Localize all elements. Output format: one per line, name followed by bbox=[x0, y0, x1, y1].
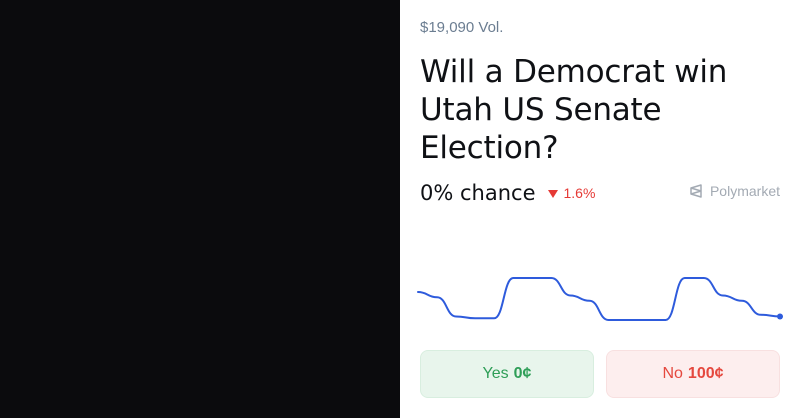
price-chart bbox=[417, 277, 783, 321]
yes-price: 0¢ bbox=[513, 365, 532, 382]
volume-label: $19,090 Vol. bbox=[420, 19, 504, 36]
chance-value: 0% chance bbox=[420, 181, 536, 205]
chance-row: 0% chance 1.6% bbox=[420, 179, 595, 207]
polymarket-icon bbox=[690, 184, 702, 198]
market-card: $19,090 Vol. Will a Democrat win Utah US… bbox=[400, 0, 800, 418]
yes-label: Yes bbox=[482, 365, 509, 382]
change-value: 1.6% bbox=[563, 185, 596, 201]
no-button[interactable]: No 100¢ bbox=[606, 350, 780, 398]
change-indicator: 1.6% bbox=[547, 185, 596, 201]
chart-end-dot bbox=[777, 313, 783, 320]
no-price: 100¢ bbox=[687, 365, 724, 382]
market-question: Will a Democrat win Utah US Senate Elect… bbox=[420, 54, 728, 166]
outcome-buttons: Yes 0¢ No 100¢ bbox=[420, 350, 780, 398]
chart-series-line bbox=[417, 277, 781, 321]
down-arrow-icon bbox=[547, 189, 558, 198]
no-label: No bbox=[662, 365, 683, 382]
dark-panel bbox=[0, 0, 400, 418]
brand-name: Polymarket bbox=[709, 183, 780, 199]
screen: $19,090 Vol. Will a Democrat win Utah US… bbox=[0, 0, 800, 418]
brand-logo[interactable]: Polymarket bbox=[688, 183, 780, 199]
yes-button[interactable]: Yes 0¢ bbox=[420, 350, 594, 398]
